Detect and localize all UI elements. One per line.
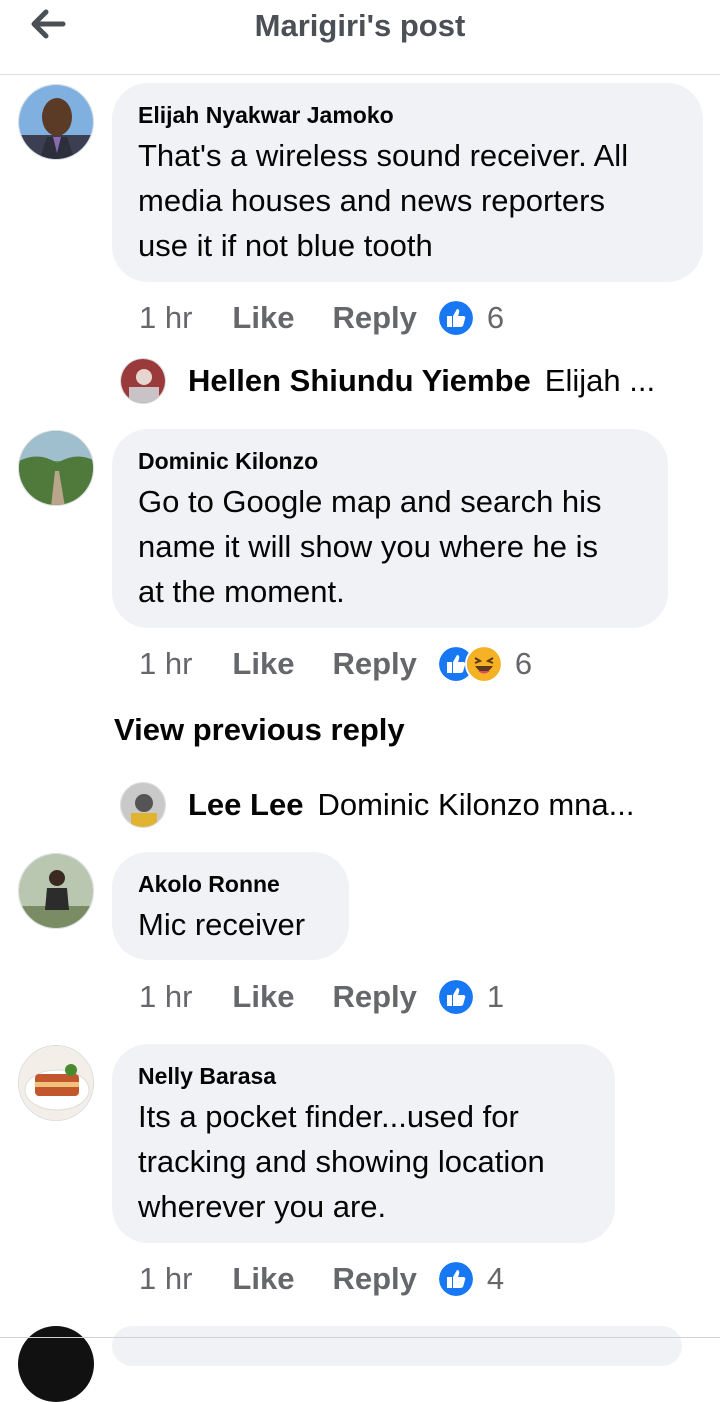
reactions[interactable]: [436, 1260, 475, 1298]
haha-reaction-icon: [464, 645, 503, 683]
reaction-count: 6: [514, 646, 533, 681]
reactions[interactable]: [436, 645, 503, 683]
avatar[interactable]: [18, 1045, 94, 1121]
comment-actions: 1 hr Like Reply 6: [139, 644, 532, 684]
reply-author[interactable]: Lee Lee: [188, 787, 303, 823]
like-reaction-icon: [436, 978, 475, 1016]
comment-text: Its a pocket finder...used for tracking …: [138, 1099, 545, 1224]
like-reaction-icon: [436, 1260, 475, 1298]
reaction-count: 1: [486, 979, 505, 1014]
comment-text: Go to Google map and search his name it …: [138, 484, 602, 609]
timestamp: 1 hr: [139, 300, 193, 335]
comment-actions: 1 hr Like Reply 1: [139, 977, 504, 1017]
top-bar: Marigiri's post: [0, 0, 720, 75]
like-button[interactable]: Like: [232, 979, 294, 1015]
comment-author[interactable]: Nelly Barasa: [138, 1062, 589, 1090]
comment-bubble: [112, 1326, 682, 1366]
like-button[interactable]: Like: [232, 300, 294, 336]
comment-text: Mic receiver: [138, 907, 306, 942]
reply-preview[interactable]: Hellen Shiundu Yiembe Elijah ...: [120, 356, 655, 406]
reply-preview[interactable]: Lee Lee Dominic Kilonzo mna...: [120, 780, 634, 830]
reactions[interactable]: [436, 978, 475, 1016]
page-title: Marigiri's post: [254, 8, 466, 43]
like-reaction-icon: [436, 299, 475, 337]
reaction-count: 4: [486, 1261, 505, 1296]
reply-author[interactable]: Hellen Shiundu Yiembe: [188, 363, 531, 399]
comment-author[interactable]: Akolo Ronne: [138, 870, 323, 898]
divider: [0, 1337, 720, 1338]
timestamp: 1 hr: [139, 979, 193, 1014]
reply-snippet: Elijah ...: [544, 363, 656, 398]
avatar[interactable]: [18, 84, 94, 160]
avatar: [120, 358, 166, 404]
comment-bubble: Dominic Kilonzo Go to Google map and sea…: [112, 429, 668, 628]
comment-author[interactable]: Elijah Nyakwar Jamoko: [138, 101, 677, 129]
avatar[interactable]: [18, 430, 94, 506]
like-button[interactable]: Like: [232, 646, 294, 682]
reply-snippet: Dominic Kilonzo mna...: [317, 787, 635, 822]
reply-button[interactable]: Reply: [332, 1261, 416, 1297]
view-previous-reply-link[interactable]: View previous reply: [114, 712, 405, 748]
comment-actions: 1 hr Like Reply 4: [139, 1259, 504, 1299]
reply-button[interactable]: Reply: [332, 300, 416, 336]
comment-bubble: Elijah Nyakwar Jamoko That's a wireless …: [112, 83, 703, 282]
comment-bubble: Akolo Ronne Mic receiver: [112, 852, 349, 960]
comment-author[interactable]: Dominic Kilonzo: [138, 447, 642, 475]
reaction-count: 6: [486, 300, 505, 335]
comment-actions: 1 hr Like Reply 6: [139, 298, 504, 338]
comment-bubble: Nelly Barasa Its a pocket finder...used …: [112, 1044, 615, 1243]
comment-text: That's a wireless sound receiver. All me…: [138, 138, 629, 263]
avatar[interactable]: [18, 853, 94, 929]
reply-button[interactable]: Reply: [332, 646, 416, 682]
reply-button[interactable]: Reply: [332, 979, 416, 1015]
avatar: [120, 782, 166, 828]
timestamp: 1 hr: [139, 1261, 193, 1296]
reactions[interactable]: [436, 299, 475, 337]
like-button[interactable]: Like: [232, 1261, 294, 1297]
timestamp: 1 hr: [139, 646, 193, 681]
